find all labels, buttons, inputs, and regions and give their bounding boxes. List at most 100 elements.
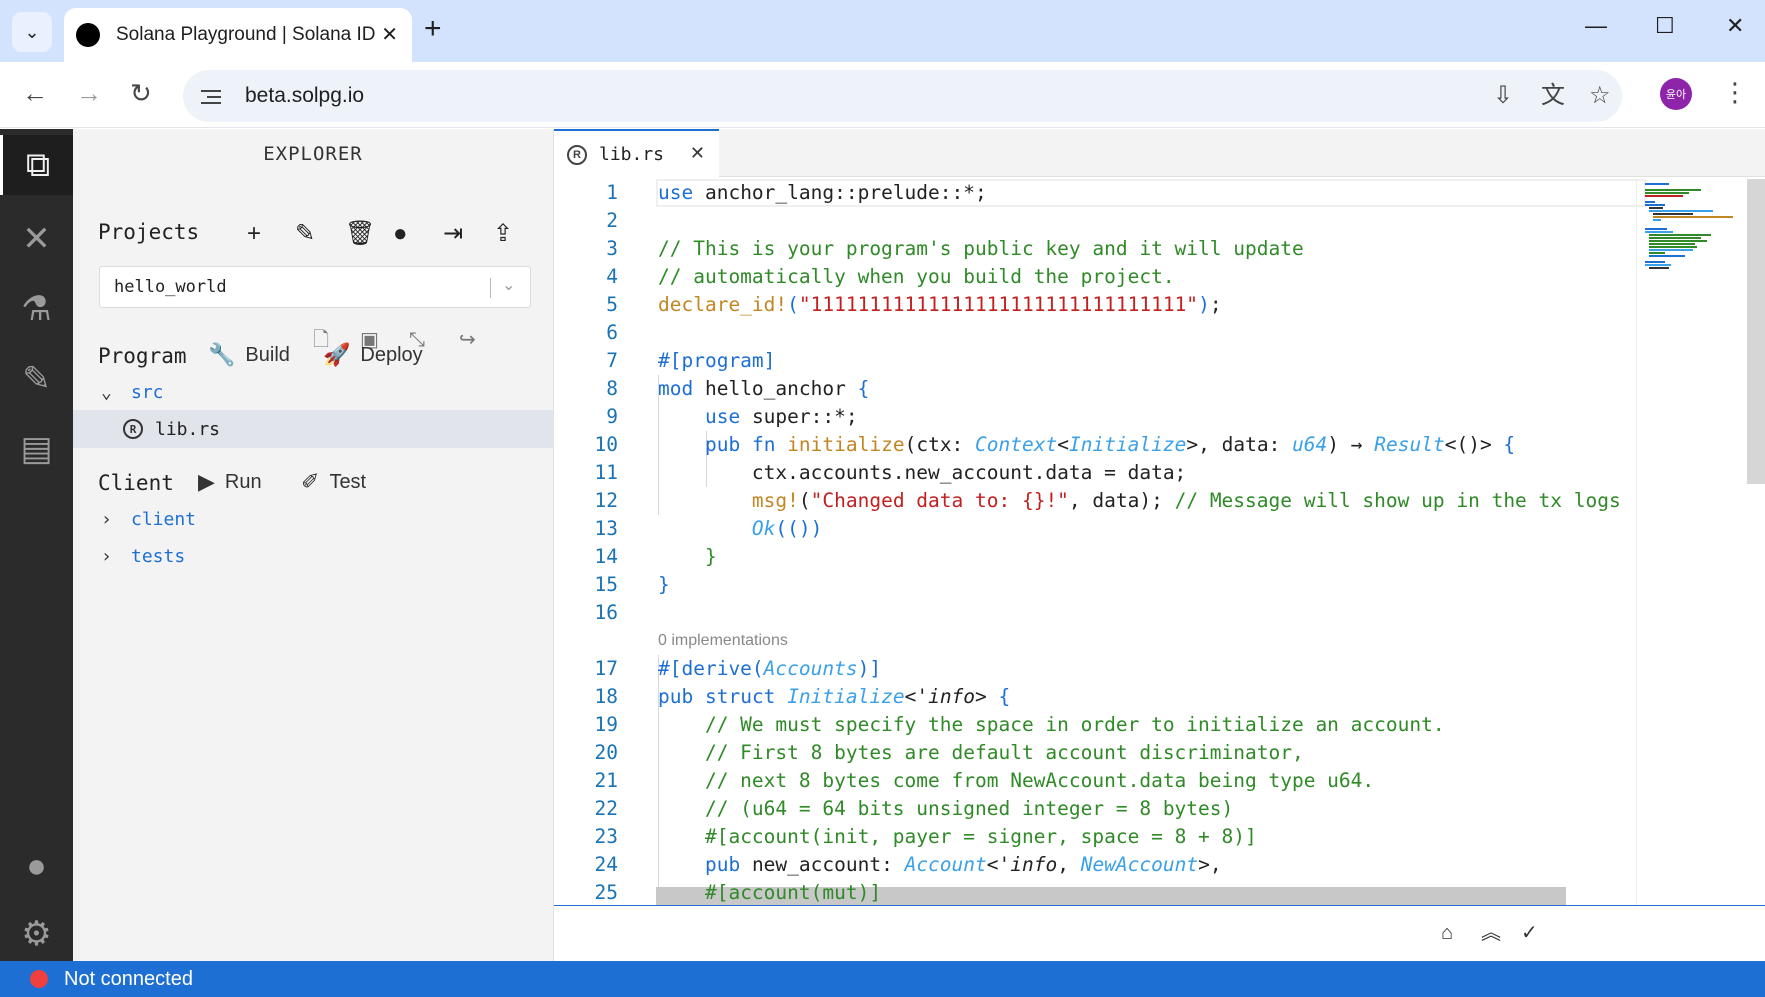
wrench-icon: 🔧 [208, 342, 236, 367]
delete-project-icon[interactable]: 🗑 [345, 220, 375, 248]
settings-gear-icon[interactable]: ⚙ [0, 904, 73, 964]
favicon-icon [76, 23, 100, 47]
minimap[interactable] [1636, 179, 1754, 907]
code-line: mod hello_anchor { [658, 377, 870, 400]
codelens-implementations[interactable]: 0 implementations [658, 627, 788, 655]
github-import-icon[interactable]: ● [393, 220, 408, 248]
code-line: // First 8 bytes are default account dis… [658, 741, 1304, 764]
client-label: Client [98, 471, 174, 495]
explorer-sidebar: EXPLORER Projects + ✎ 🗑 ● ⇥ ⇪ hello_worl… [73, 129, 553, 961]
tab-search-button[interactable]: ⌄ [12, 12, 52, 52]
site-info-icon[interactable] [201, 87, 223, 105]
code-line: pub fn initialize(ctx: Context<Initializ… [704, 433, 1516, 456]
browser-tab[interactable]: Solana Playground | Solana IDE ✕ [64, 8, 412, 62]
chevron-down-icon: ⌄ [101, 381, 112, 403]
rust-file-icon: R [567, 144, 587, 165]
editor-scrollbar[interactable] [1747, 179, 1765, 484]
select-separator [490, 278, 491, 298]
pencil-test-icon: ✐ [301, 469, 320, 494]
forward-button[interactable]: → [76, 78, 102, 108]
activity-bar: ⧉ ✕ ⚗ ✎ ▤ ● ⚙ [0, 129, 73, 961]
code-line: ctx.accounts.new_account.data = data; [658, 461, 1187, 484]
code-line: use anchor_lang::prelude::*; [658, 181, 987, 204]
share-icon[interactable]: ↪ [459, 328, 476, 352]
build-deploy-tools-icon[interactable]: ✕ [0, 209, 73, 269]
browser-menu-icon[interactable]: ⋮ [1722, 78, 1748, 106]
deploy-button[interactable]: 🚀 Deploy [323, 342, 423, 368]
code-line: } [704, 545, 717, 568]
new-tab-button[interactable]: + [424, 14, 442, 44]
code-line: pub struct Initialize<'info> { [658, 685, 1011, 708]
program-label: Program [98, 344, 187, 368]
address-bar[interactable]: beta.solpg.io ⇩ 文 ☆ [183, 70, 1622, 122]
connection-status[interactable]: Not connected [64, 968, 193, 991]
build-button[interactable]: 🔧 Build [208, 342, 290, 368]
project-select-value: hello_world [114, 277, 227, 297]
close-icon[interactable]: ✕ [690, 143, 705, 164]
export-project-icon[interactable]: ⇪ [493, 220, 513, 248]
test-button[interactable]: ✐ Test [301, 469, 366, 495]
code-line: // next 8 bytes come from NewAccount.dat… [658, 769, 1375, 792]
browser-tabbar: ⌄ Solana Playground | Solana IDE ✕ + — ☐… [0, 0, 1765, 62]
code-line: #[derive(Accounts)] [658, 657, 882, 680]
code-line: // This is your program's public key and… [658, 237, 1304, 260]
code-editor[interactable]: 1 2 3 4 5 6 7 8 9 10 11 12 13 14 15 16 17 18 19 20 21 22 23 24 2… [554, 179, 1654, 907]
project-select[interactable]: hello_world ⌄ [99, 266, 531, 308]
code-line: } [658, 573, 670, 596]
add-project-icon[interactable]: + [247, 220, 261, 248]
chevron-down-icon[interactable]: ⌄ [502, 275, 515, 295]
chevron-right-icon: › [101, 508, 112, 530]
chevron-down-icon: ⌄ [24, 21, 40, 42]
chevron-right-icon: › [101, 545, 112, 567]
bookmark-star-icon[interactable]: ☆ [1589, 82, 1611, 110]
tree-folder-src[interactable]: ⌄ src [73, 373, 553, 411]
connection-status-dot [30, 970, 48, 988]
code-line: // We must specify the space in order to… [658, 713, 1445, 736]
programs-icon[interactable]: ▤ [0, 419, 73, 479]
code-line: // (u64 = 64 bits unsigned integer = 8 b… [658, 797, 1234, 820]
install-app-icon[interactable]: ⇩ [1493, 82, 1513, 110]
status-bar: Not connected [0, 961, 1765, 997]
test-tube-icon[interactable]: ⚗ [0, 279, 73, 339]
minimize-button[interactable]: — [1585, 14, 1607, 38]
close-window-button[interactable]: ✕ [1726, 14, 1744, 38]
close-tab-icon[interactable]: ✕ [381, 22, 398, 47]
browser-toolbar: ← → ↻ beta.solpg.io ⇩ 文 ☆ 윤아 ⋮ [0, 62, 1765, 128]
github-icon[interactable]: ● [0, 836, 73, 896]
tree-file-lib[interactable]: R lib.rs [73, 410, 553, 448]
rocket-icon: 🚀 [323, 342, 351, 367]
rust-file-icon: R [123, 419, 143, 439]
code-line: #[account(init, payer = signer, space = … [704, 825, 1257, 848]
profile-avatar[interactable]: 윤아 [1660, 78, 1692, 110]
line-number: 2 [606, 209, 618, 232]
code-line: pub new_account: Account<'info, NewAccou… [704, 853, 1222, 876]
code-line: msg!("Changed data to: {}!", data); // M… [751, 489, 1621, 512]
code-line: #[program] [658, 349, 776, 372]
checkmark-icon[interactable]: ✓ [1521, 922, 1538, 944]
tree-folder-client[interactable]: › client [73, 500, 553, 538]
editor-tab-lib[interactable]: R lib.rs ✕ [554, 129, 719, 178]
rename-project-icon[interactable]: ✎ [295, 220, 315, 248]
line-number: 16 [594, 601, 618, 624]
tab-title: Solana Playground | Solana IDE [116, 24, 376, 45]
code-line: use super::*; [704, 405, 858, 428]
url-text[interactable]: beta.solpg.io [245, 84, 364, 108]
tutorials-icon[interactable]: ✎ [0, 349, 73, 409]
code-line: declare_id!("111111111111111111111111111… [658, 293, 1222, 316]
explorer-files-icon[interactable]: ⧉ [0, 135, 73, 195]
clear-terminal-icon[interactable]: ⌂ [1441, 922, 1453, 944]
editor-tabs: R lib.rs ✕ [554, 129, 1765, 178]
import-project-icon[interactable]: ⇥ [443, 220, 463, 248]
explorer-title: EXPLORER [263, 143, 363, 165]
back-button[interactable]: ← [22, 78, 48, 108]
run-button[interactable]: ▶ Run [198, 469, 262, 495]
line-number: 6 [606, 321, 618, 344]
maximize-button[interactable]: ☐ [1655, 14, 1675, 38]
reload-button[interactable]: ↻ [130, 78, 152, 108]
code-line: #[account(mut)] [704, 881, 882, 904]
tree-folder-tests[interactable]: › tests [73, 537, 553, 575]
editor-area: R lib.rs ✕ 1 2 3 4 5 6 7 8 9 10 11 12 13 14 15 16 17 18 19… [553, 129, 1765, 961]
code-line: // automatically when you build the proj… [658, 265, 1175, 288]
translate-icon[interactable]: 文 [1541, 82, 1565, 110]
expand-panel-icon[interactable]: ︽ [1481, 922, 1501, 944]
